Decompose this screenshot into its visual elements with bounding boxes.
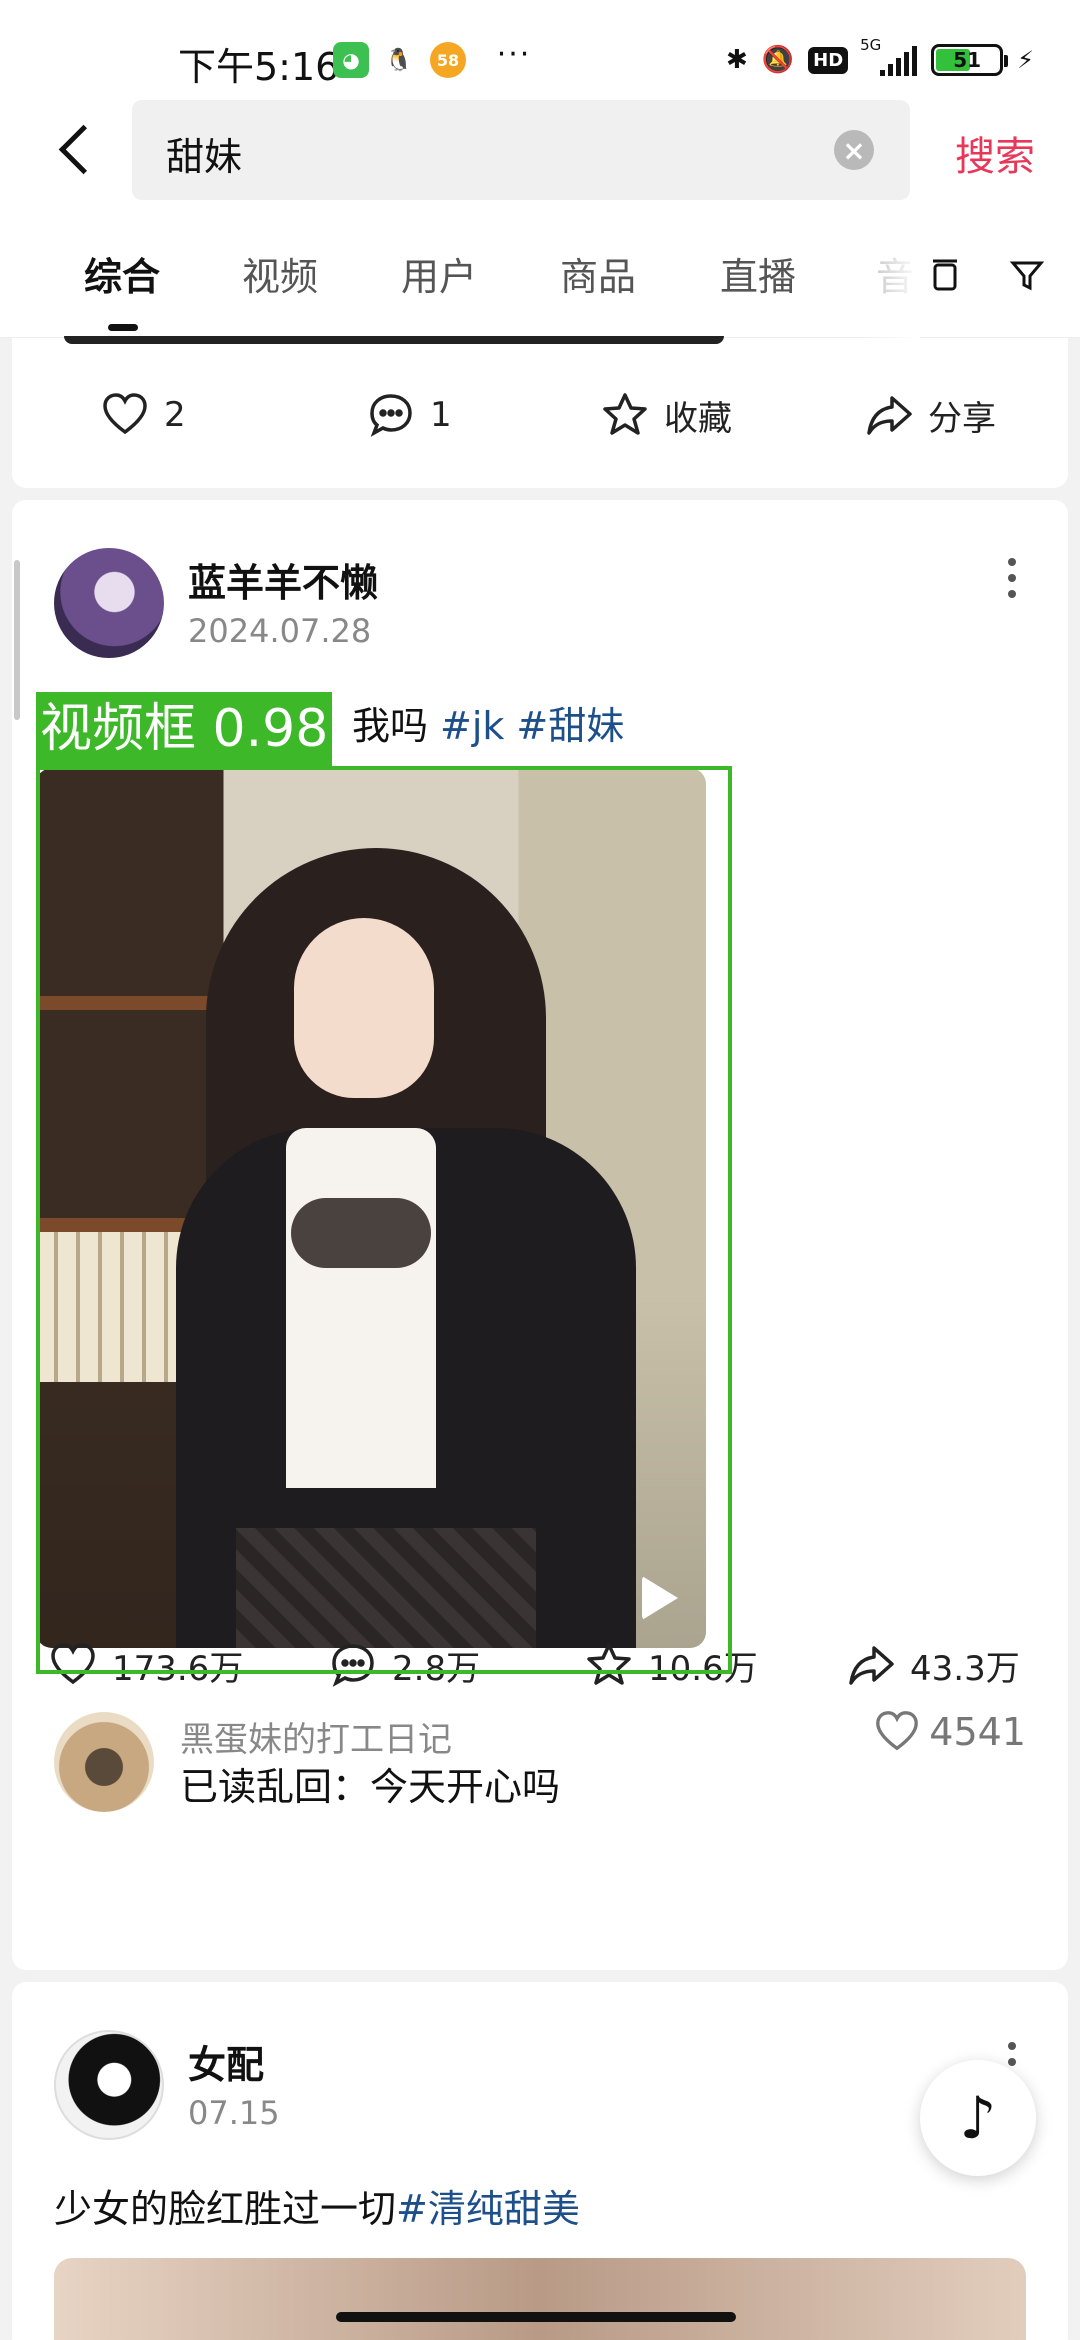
- post-author[interactable]: 女配: [188, 2034, 264, 2089]
- hashtag-link[interactable]: #清纯甜美: [396, 2187, 580, 2231]
- qq-icon: 🐧: [385, 47, 413, 73]
- caption-text: 我吗: [352, 704, 429, 748]
- tab-video[interactable]: 视频: [242, 246, 318, 301]
- like-button[interactable]: 2: [100, 390, 186, 440]
- favorite-button[interactable]: 收藏: [600, 390, 732, 440]
- share-icon: [849, 1646, 894, 1685]
- post-caption: 少女的脸红胜过一切#清纯甜美: [54, 2178, 580, 2233]
- comment-author[interactable]: 黑蛋妹的打工日记: [180, 1712, 452, 1761]
- charging-icon: ⚡: [1017, 46, 1034, 74]
- star-icon: [603, 393, 647, 435]
- search-input[interactable]: 甜妹 ×: [132, 100, 910, 200]
- share-icon: [867, 396, 912, 435]
- wechat-icon: ◕: [333, 42, 369, 78]
- comment-text[interactable]: 已读乱回：今天开心吗: [180, 1756, 560, 1811]
- search-query: 甜妹: [166, 135, 243, 179]
- caption-text: 少女的脸红胜过一切: [54, 2187, 397, 2231]
- comment-like-button[interactable]: 4541: [873, 1708, 1026, 1756]
- active-tab-indicator: [108, 324, 138, 331]
- clear-icon[interactable]: ×: [834, 130, 874, 170]
- status-more-icon: ···: [496, 36, 532, 72]
- previous-post-media[interactable]: [64, 336, 724, 344]
- favorite-label: 收藏: [664, 398, 732, 439]
- app-58-icon: 58: [430, 42, 466, 78]
- hashtag-link[interactable]: #甜妹: [516, 704, 624, 748]
- tab-users[interactable]: 用户: [401, 246, 477, 301]
- heart-icon: [876, 1711, 919, 1751]
- comment-like-count: 4541: [929, 1710, 1026, 1754]
- post-author[interactable]: 蓝羊羊不懒: [188, 552, 378, 607]
- status-time: 下午5:16: [178, 45, 340, 89]
- share-button[interactable]: 分享: [864, 390, 996, 440]
- post-date: 2024.07.28: [188, 612, 372, 650]
- post-media[interactable]: [54, 2258, 1026, 2340]
- result-tabs: 综合 视频 用户 商品 直播 音: [0, 220, 1080, 338]
- avatar[interactable]: [54, 548, 164, 658]
- hd-badge: HD: [808, 46, 849, 74]
- tab-live[interactable]: 直播: [720, 246, 796, 301]
- douyin-icon[interactable]: ♪: [920, 2060, 1036, 2176]
- hashtag-link[interactable]: #jk: [440, 704, 504, 748]
- detection-box: [36, 766, 732, 1674]
- previous-post-card: 2 1 收藏 分享: [12, 336, 1068, 488]
- more-icon[interactable]: [1006, 558, 1018, 598]
- back-arrow-icon[interactable]: [48, 118, 108, 182]
- scrollbar[interactable]: [14, 560, 20, 720]
- next-post-card: 女配 07.15 少女的脸红胜过一切#清纯甜美: [12, 1982, 1068, 2340]
- tab-general[interactable]: 综合: [84, 246, 160, 301]
- status-bar: 下午5:16 ◕ 🐧 58 ··· ✱ 🔕 HD 5G 51 ⚡: [0, 0, 1080, 100]
- post-caption: 我吗 #jk #甜妹: [352, 695, 624, 750]
- battery-level: 51: [953, 48, 982, 72]
- share-label: 分享: [928, 398, 996, 439]
- signal-icon: 5G: [860, 36, 918, 76]
- collection-icon[interactable]: [920, 250, 970, 300]
- search-header: 甜妹 × 搜索: [0, 100, 1080, 220]
- post-date: 07.15: [188, 2094, 280, 2132]
- search-button[interactable]: 搜索: [955, 124, 1035, 182]
- share-button[interactable]: 43.3万: [846, 1640, 1020, 1690]
- comment-button[interactable]: 1: [366, 390, 452, 440]
- tab-products[interactable]: 商品: [560, 246, 636, 301]
- heart-icon: [103, 393, 147, 435]
- comment-count: 1: [430, 395, 452, 435]
- detection-label: 视频框 0.98: [36, 692, 333, 766]
- bluetooth-icon: ✱: [725, 45, 748, 75]
- comment-icon: [370, 394, 412, 437]
- network-type: 5G: [860, 36, 882, 54]
- battery-icon: 51: [931, 44, 1009, 76]
- filter-icon[interactable]: [1002, 250, 1052, 300]
- home-indicator[interactable]: [336, 2312, 736, 2322]
- avatar[interactable]: [54, 2030, 164, 2140]
- comment-avatar[interactable]: [54, 1712, 154, 1812]
- mute-bell-icon: 🔕: [761, 45, 795, 75]
- share-count: 43.3万: [910, 1648, 1020, 1689]
- like-count: 2: [164, 395, 186, 435]
